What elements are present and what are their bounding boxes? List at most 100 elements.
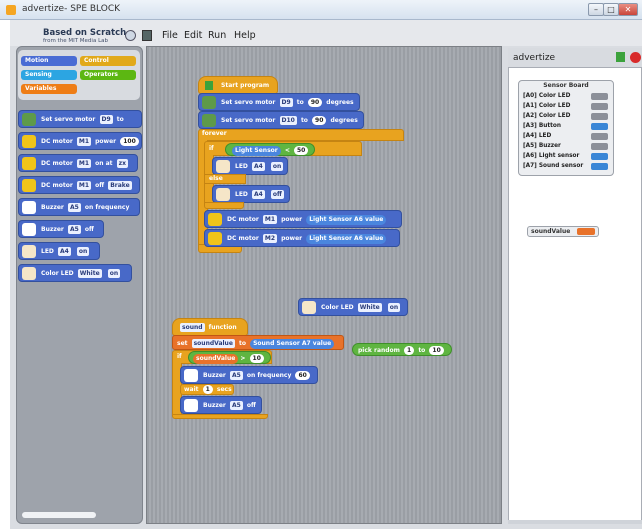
light-sensor-reporter[interactable]: Light Sensor A6 value bbox=[306, 215, 387, 225]
loose-color-led-block[interactable]: Color LED White on bbox=[298, 298, 408, 316]
motor-dropdown[interactable]: M1 bbox=[76, 181, 92, 190]
sensor-row: [A1] Color LED bbox=[523, 102, 613, 111]
seconds-input[interactable]: 1 bbox=[202, 385, 213, 394]
light-sensor-reporter[interactable]: Light Sensor A6 value bbox=[306, 234, 387, 244]
port-dropdown[interactable]: A4 bbox=[252, 190, 265, 199]
maximize-button[interactable]: □ bbox=[603, 3, 619, 16]
sound-condition[interactable]: soundValue > 10 bbox=[188, 351, 271, 364]
flag-icon bbox=[205, 81, 213, 90]
stop-icon[interactable] bbox=[630, 52, 641, 63]
port-dropdown[interactable]: D9 bbox=[279, 98, 293, 107]
compare-operator[interactable]: soundValue > 10 bbox=[188, 351, 271, 364]
menu-help[interactable]: Help bbox=[234, 30, 256, 41]
motor-dropdown[interactable]: M1 bbox=[76, 137, 92, 146]
state-dropdown[interactable]: on bbox=[387, 303, 401, 312]
threshold-input[interactable]: 50 bbox=[293, 146, 309, 155]
light-sensor-reporter[interactable]: Light Sensor bbox=[232, 146, 281, 156]
motor-icon bbox=[22, 179, 36, 192]
palette-buzzer-off-block[interactable]: Buzzer A5 off bbox=[18, 220, 104, 238]
palette-scrollbar[interactable] bbox=[22, 512, 96, 518]
port-dropdown[interactable]: D9 bbox=[99, 115, 113, 124]
palette-color-led-block[interactable]: Color LED White on bbox=[18, 264, 132, 282]
port-dropdown[interactable]: A5 bbox=[67, 203, 81, 212]
state-dropdown[interactable]: off bbox=[270, 190, 284, 199]
close-button[interactable]: ✕ bbox=[618, 3, 638, 16]
palette-servo-block[interactable]: Set servo motor D9 to bbox=[18, 110, 142, 128]
palette-dc-off-block[interactable]: DC motor M1 off Brake bbox=[18, 176, 140, 194]
led-off-block[interactable]: LED A4 off bbox=[212, 185, 290, 203]
color-dropdown[interactable]: White bbox=[357, 303, 382, 312]
palette-led-block[interactable]: LED A4 on bbox=[18, 242, 100, 260]
state-dropdown[interactable]: on bbox=[107, 269, 121, 278]
variable-monitor[interactable]: soundValue bbox=[527, 226, 599, 237]
compare-operator[interactable]: Light Sensor < 50 bbox=[225, 143, 316, 156]
block-label: function bbox=[208, 324, 237, 331]
port-dropdown[interactable]: A4 bbox=[252, 162, 265, 171]
max-input[interactable]: 10 bbox=[429, 346, 444, 355]
power-input[interactable]: 100 bbox=[120, 137, 139, 146]
led-icon bbox=[216, 188, 230, 201]
app-icon bbox=[6, 5, 16, 15]
block-label: DC motor bbox=[227, 235, 259, 242]
sensor-row: [A7] Sound sensor bbox=[523, 162, 613, 171]
set-variable-block[interactable]: set soundValue to Sound Sensor A7 value bbox=[172, 335, 344, 350]
angle-input[interactable]: 90 bbox=[312, 116, 327, 125]
buzzer-on-block[interactable]: Buzzer A5 on frequency 60 bbox=[180, 366, 318, 384]
brake-dropdown[interactable]: Brake bbox=[108, 181, 132, 190]
port-dropdown[interactable]: D10 bbox=[279, 116, 297, 125]
palette-dc-power-block[interactable]: DC motor M1 power 100 bbox=[18, 132, 142, 150]
green-flag-icon[interactable] bbox=[616, 52, 625, 62]
sound-sensor-reporter[interactable]: Sound Sensor A7 value bbox=[250, 339, 335, 349]
block-label: to bbox=[239, 340, 246, 347]
led-on-block[interactable]: LED A4 on bbox=[212, 157, 288, 175]
category-control[interactable]: Control bbox=[80, 56, 136, 66]
servo-block-2[interactable]: Set servo motor D10 to 90 degrees bbox=[198, 111, 364, 129]
pick-random-block[interactable]: pick random 1 to 10 bbox=[352, 343, 452, 356]
category-sensing[interactable]: Sensing bbox=[21, 70, 77, 80]
servo-block-1[interactable]: Set servo motor D9 to 90 degrees bbox=[198, 93, 360, 111]
dc-motor-m2-block[interactable]: DC motor M2 power Light Sensor A6 value bbox=[204, 229, 400, 247]
sound-value-reporter[interactable]: soundValue bbox=[193, 354, 239, 364]
motor-dropdown[interactable]: M2 bbox=[262, 234, 278, 243]
motor-dropdown[interactable]: M1 bbox=[262, 215, 278, 224]
dc-motor-m1-block[interactable]: DC motor M1 power Light Sensor A6 value bbox=[204, 210, 402, 228]
palette-dc-on-block[interactable]: DC motor M1 on at zx bbox=[18, 154, 138, 172]
block-label: DC motor bbox=[41, 160, 73, 167]
port-dropdown[interactable]: A5 bbox=[229, 371, 243, 380]
category-variables[interactable]: Variables bbox=[21, 84, 77, 94]
menu-file[interactable]: File bbox=[162, 30, 178, 41]
palette-buzzer-on-block[interactable]: Buzzer A5 on frequency bbox=[18, 198, 140, 216]
forever-block[interactable] bbox=[198, 129, 404, 141]
motor-icon bbox=[22, 135, 36, 148]
globe-icon[interactable] bbox=[125, 30, 136, 41]
light-condition[interactable]: Light Sensor < 50 bbox=[225, 143, 316, 156]
category-motion[interactable]: Motion bbox=[21, 56, 77, 66]
minimize-button[interactable]: – bbox=[588, 3, 604, 16]
variable-dropdown[interactable]: soundValue bbox=[191, 339, 235, 348]
color-led-icon bbox=[302, 301, 316, 314]
buzzer-off-block[interactable]: Buzzer A5 off bbox=[180, 396, 262, 414]
frequency-dropdown[interactable]: 60 bbox=[295, 371, 310, 380]
direction-dropdown[interactable]: zx bbox=[116, 159, 129, 168]
color-dropdown[interactable]: White bbox=[77, 269, 102, 278]
menu-edit[interactable]: Edit bbox=[184, 30, 202, 41]
sound-function-hat[interactable]: sound function bbox=[172, 318, 248, 336]
angle-input[interactable]: 90 bbox=[307, 98, 323, 107]
motor-dropdown[interactable]: M1 bbox=[76, 159, 92, 168]
stage-scrollbar[interactable] bbox=[508, 520, 642, 524]
port-dropdown[interactable]: A4 bbox=[58, 247, 71, 256]
sensor-value-box bbox=[591, 153, 608, 160]
threshold-input[interactable]: 10 bbox=[249, 354, 264, 363]
start-program-hat[interactable]: Start program bbox=[198, 76, 278, 94]
menu-run[interactable]: Run bbox=[208, 30, 226, 41]
state-dropdown[interactable]: on bbox=[270, 162, 284, 171]
category-operators[interactable]: Operators bbox=[80, 70, 136, 80]
port-dropdown[interactable]: A5 bbox=[229, 401, 243, 410]
state-dropdown[interactable]: on bbox=[76, 247, 90, 256]
block-label: on frequency bbox=[84, 204, 130, 211]
save-icon[interactable] bbox=[142, 30, 152, 41]
block-label: to bbox=[300, 117, 308, 124]
port-dropdown[interactable]: A5 bbox=[67, 225, 81, 234]
min-input[interactable]: 1 bbox=[404, 346, 415, 355]
function-name-dropdown[interactable]: sound bbox=[180, 323, 205, 332]
